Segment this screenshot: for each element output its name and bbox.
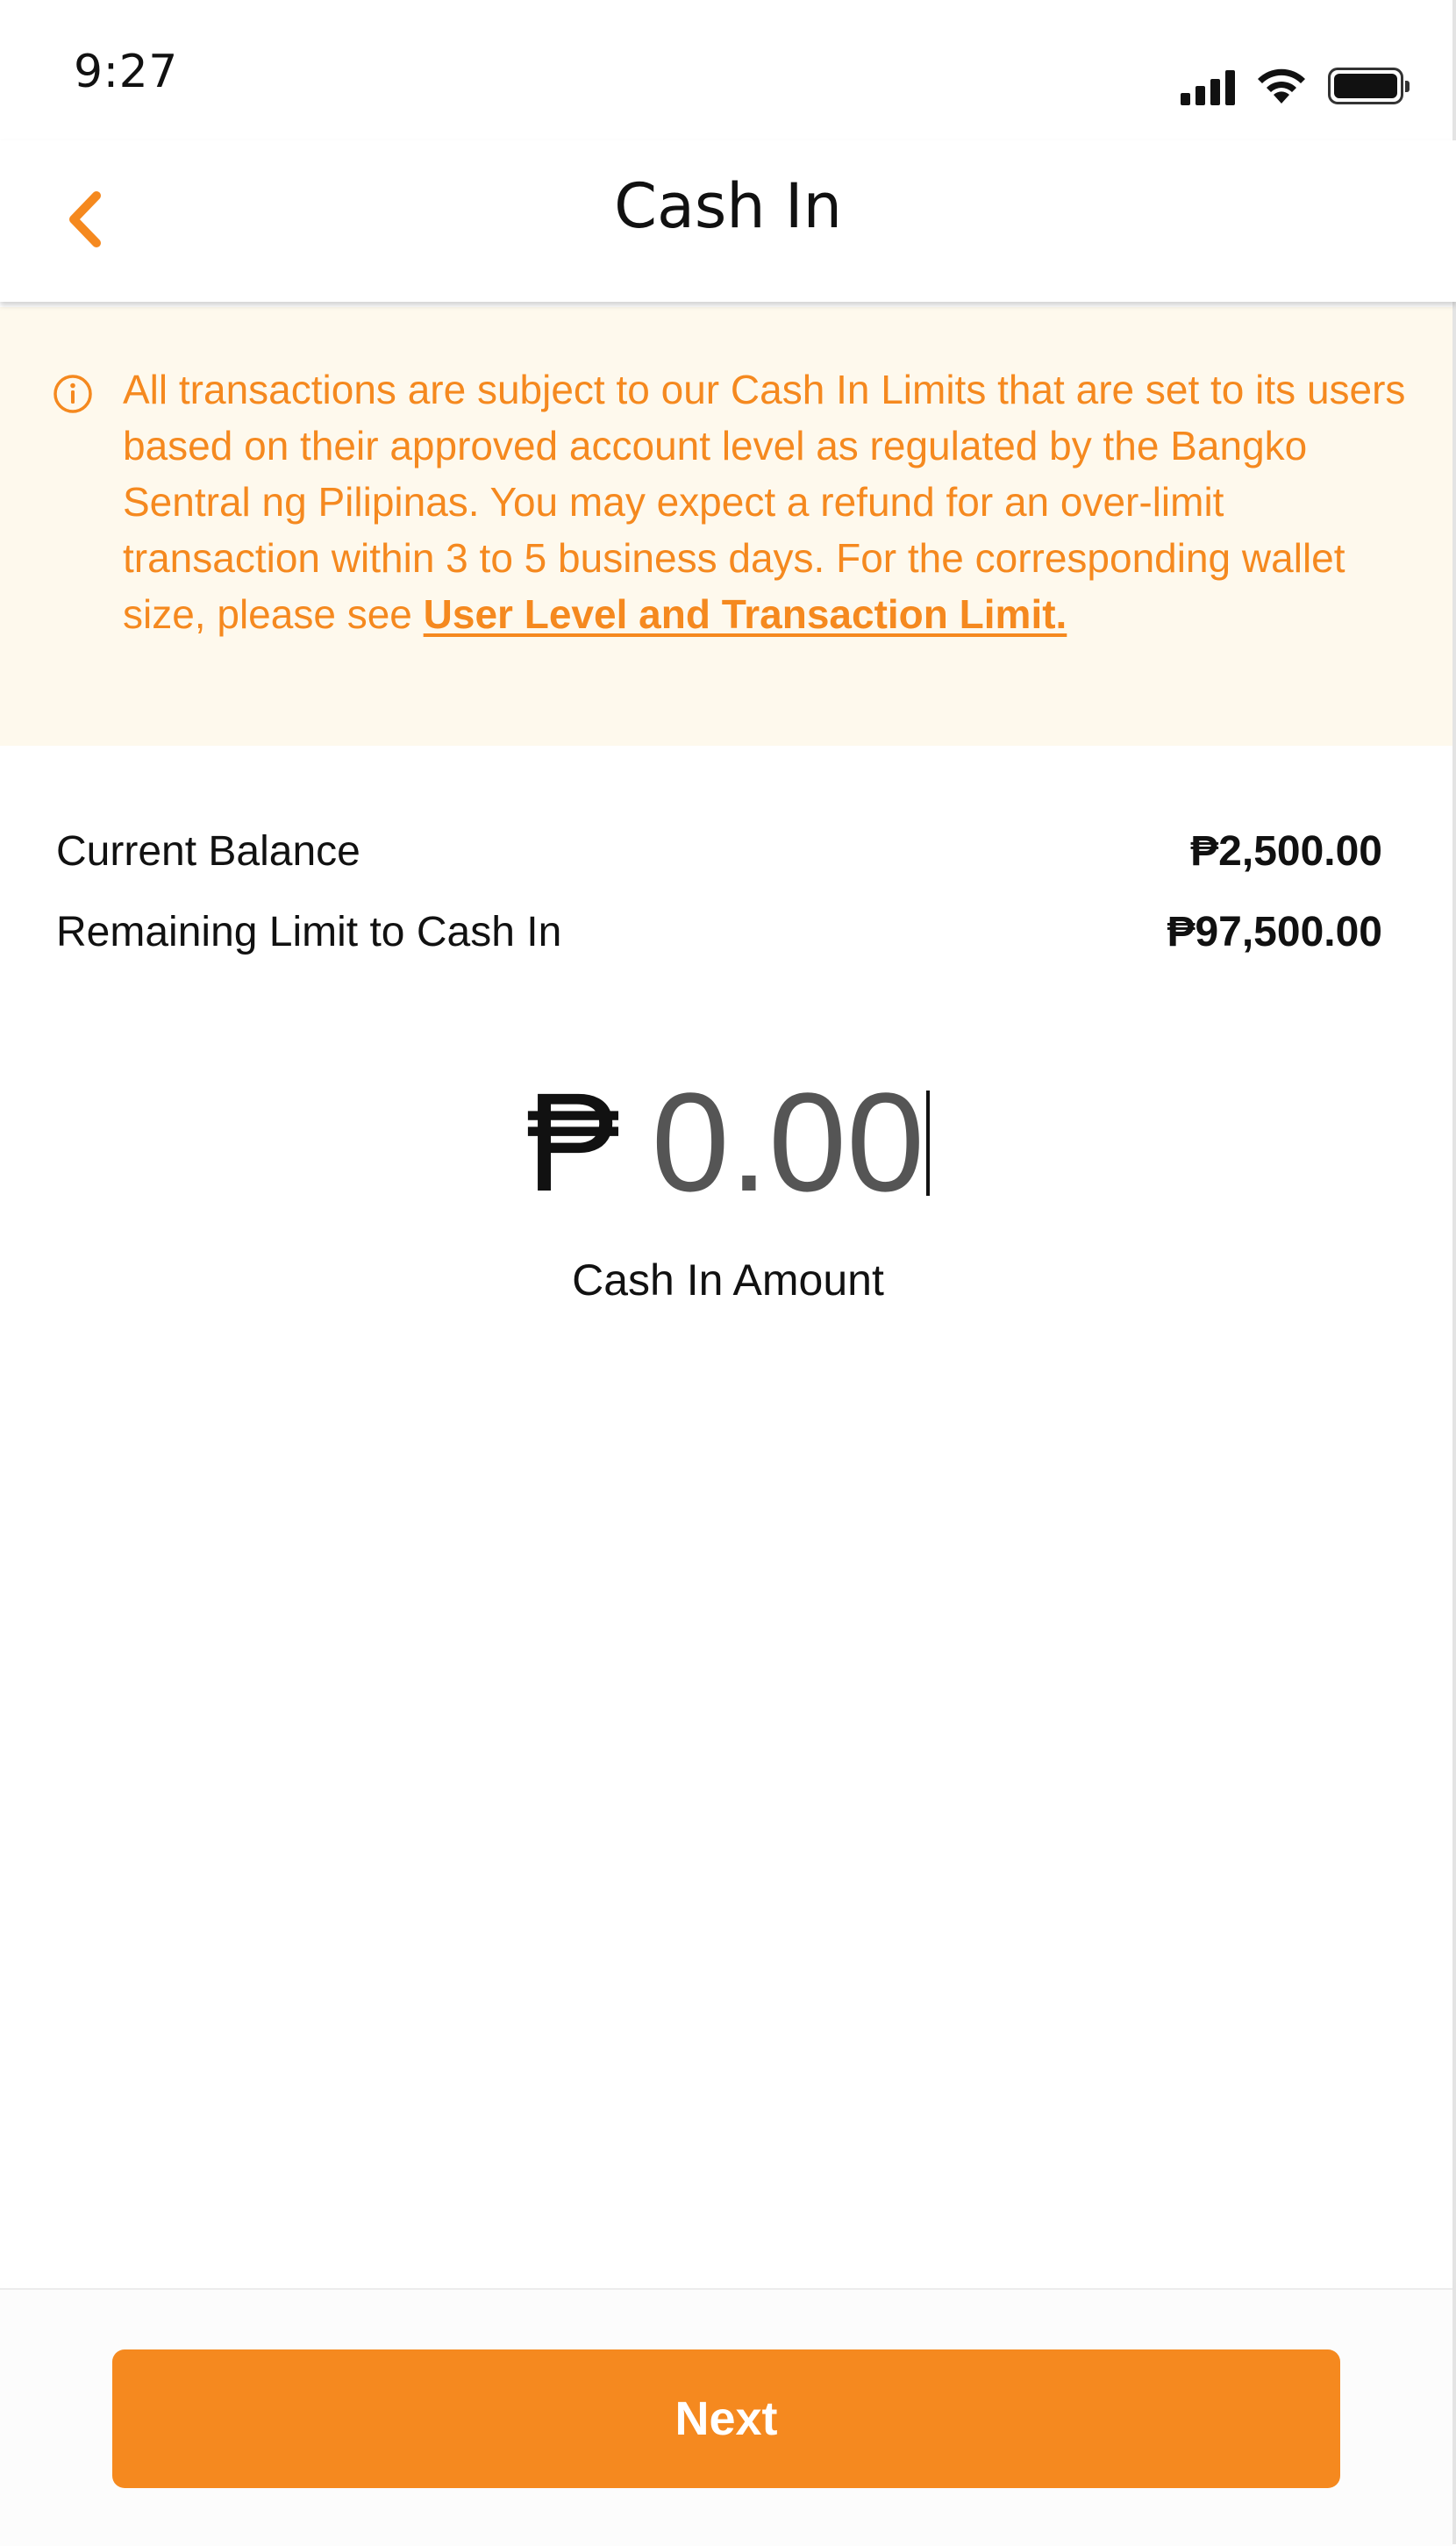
footer: Next bbox=[0, 2288, 1452, 2546]
page-title: Cash In bbox=[614, 170, 842, 242]
current-balance-value: ₱2,500.00 bbox=[1190, 827, 1382, 875]
status-icons bbox=[1181, 56, 1410, 105]
info-circle-icon bbox=[54, 375, 92, 413]
remaining-limit-value: ₱97,500.00 bbox=[1167, 908, 1382, 955]
signal-icon bbox=[1181, 67, 1235, 105]
status-bar: 9:27 bbox=[0, 0, 1456, 140]
text-caret bbox=[926, 1091, 931, 1196]
header: Cash In bbox=[0, 140, 1456, 302]
user-level-limit-link[interactable]: User Level and Transaction Limit. bbox=[424, 591, 1067, 637]
cash-in-amount-input[interactable]: 0.00 bbox=[651, 1062, 931, 1223]
amount-entry: ₱ 0.00 bbox=[0, 1062, 1456, 1223]
current-balance-label: Current Balance bbox=[56, 827, 360, 875]
cash-in-limits-notice: All transactions are subject to our Cash… bbox=[0, 307, 1452, 746]
amount-value: 0.00 bbox=[651, 1063, 925, 1220]
notice-text: All transactions are subject to our Cash… bbox=[123, 361, 1412, 642]
wifi-icon bbox=[1258, 68, 1305, 104]
amount-caption: Cash In Amount bbox=[572, 1255, 884, 1305]
next-button[interactable]: Next bbox=[112, 2349, 1340, 2488]
remaining-limit-row: Remaining Limit to Cash In ₱97,500.00 bbox=[56, 901, 1382, 962]
battery-icon bbox=[1328, 68, 1410, 104]
currency-symbol: ₱ bbox=[525, 1063, 620, 1220]
remaining-limit-label: Remaining Limit to Cash In bbox=[56, 908, 562, 955]
window-edge bbox=[1452, 0, 1456, 2544]
current-balance-row: Current Balance ₱2,500.00 bbox=[56, 820, 1382, 882]
status-time: 9:27 bbox=[74, 46, 178, 98]
